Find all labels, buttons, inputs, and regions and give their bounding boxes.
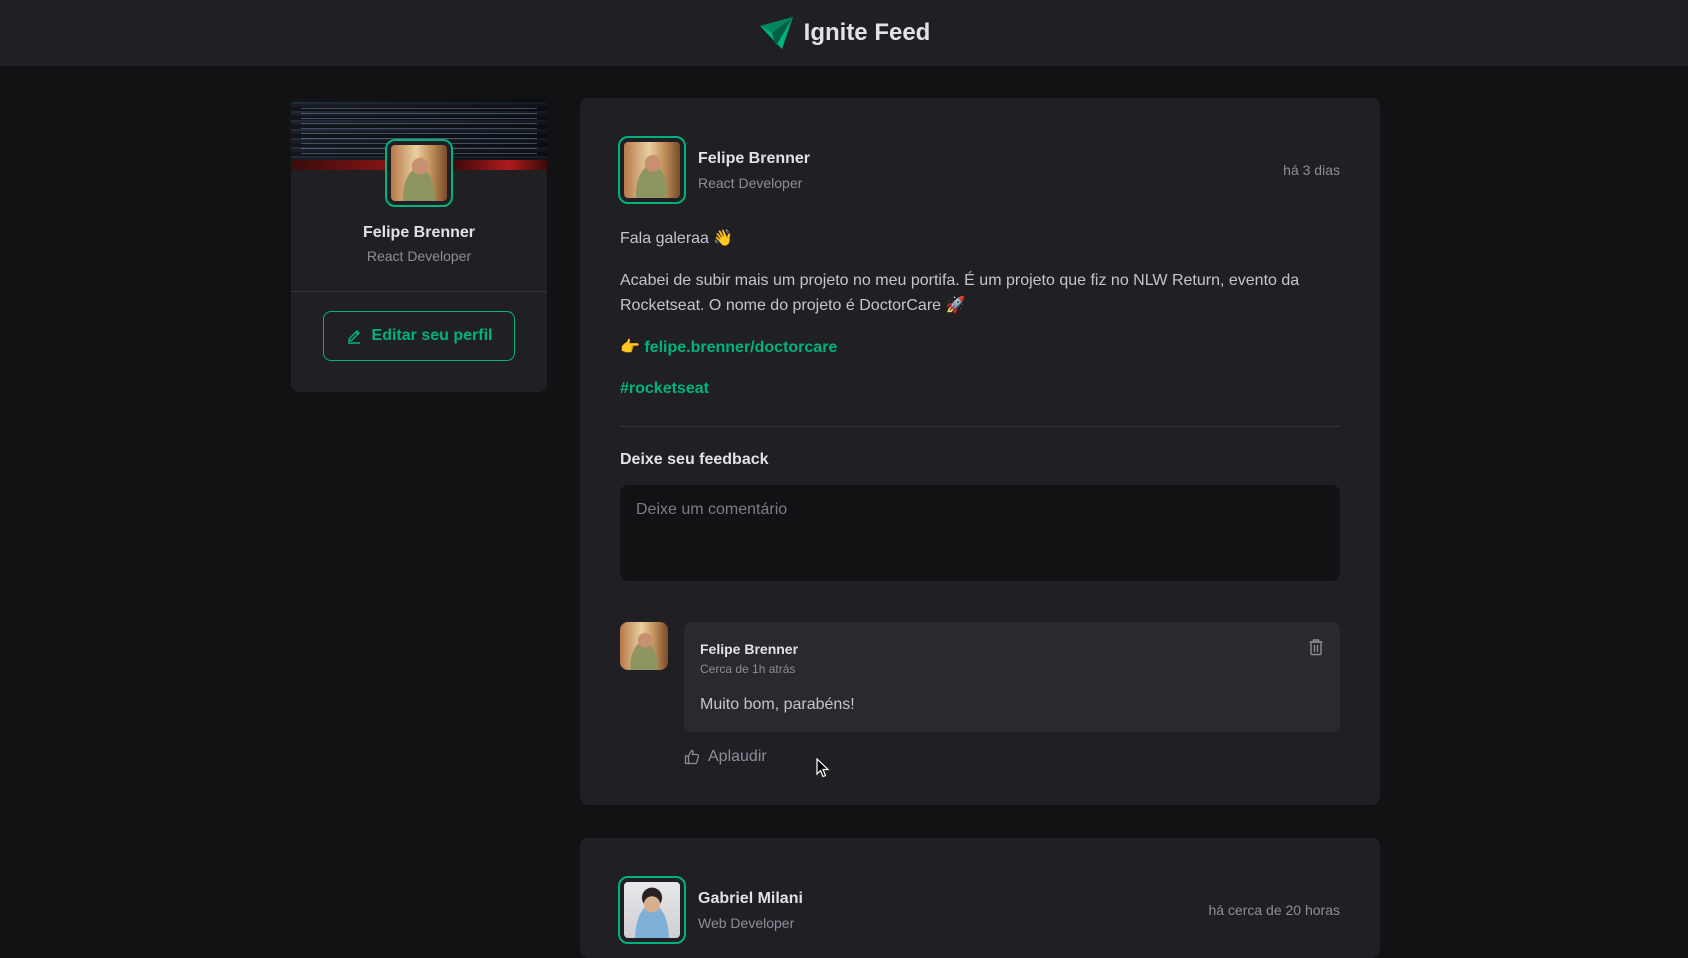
applaud-button[interactable]: Aplaudir: [684, 748, 767, 766]
pencil-icon: [347, 329, 360, 344]
author-name: Gabriel Milani: [698, 890, 803, 907]
feed: Felipe Brenner React Developer há 3 dias…: [580, 98, 1380, 958]
profile-role: React Developer: [366, 247, 472, 264]
feedback-title: Deixe seu feedback: [620, 450, 769, 468]
comment: Felipe Brenner Cerca de 1h atrás Muito b…: [620, 621, 1340, 766]
author-role: React Developer: [698, 174, 803, 191]
post-author: Gabriel Milani Web Developer: [618, 876, 803, 944]
delete-comment-button[interactable]: [1308, 638, 1324, 659]
post-author: Felipe Brenner React Developer: [618, 136, 811, 204]
post-time: há cerca de 20 horas: [1208, 902, 1340, 918]
author-name: Felipe Brenner: [698, 150, 811, 167]
post-divider: [620, 425, 1340, 427]
avatar[interactable]: [618, 136, 686, 204]
post-greeting: Fala galeraa 👋: [620, 230, 734, 247]
mouse-cursor-icon: [816, 758, 830, 778]
post-hashtags: #rocketseat: [620, 376, 1340, 402]
avatar[interactable]: [385, 139, 453, 207]
hashtag-link[interactable]: #rocketseat: [620, 380, 709, 397]
comment-author-name: Felipe Brenner: [700, 640, 799, 657]
post-content: Fala galeraa 👋 Acabei de subir mais um p…: [620, 226, 1340, 402]
app-title: Ignite Feed: [803, 19, 931, 46]
comment-card: Felipe Brenner Cerca de 1h atrás Muito b…: [684, 621, 1340, 732]
comment-time: Cerca de 1h atrás: [700, 662, 796, 677]
edit-profile-label: Editar seu perfil: [371, 327, 493, 344]
comment-body: Felipe Brenner Cerca de 1h atrás Muito b…: [684, 621, 1340, 766]
comment-input[interactable]: [620, 484, 1340, 581]
post-time: há 3 dias: [1283, 162, 1340, 178]
post-body: Acabei de subir mais um projeto no meu p…: [620, 271, 1300, 315]
sidebar-profile: Felipe Brenner React Developer: [291, 220, 547, 267]
pointing-hand-icon: 👉: [620, 338, 645, 356]
trash-icon: [1309, 639, 1323, 656]
main-layout: Felipe Brenner React Developer Editar se…: [291, 98, 1380, 958]
post-link[interactable]: felipe.brenner/doctorcare: [644, 339, 837, 356]
avatar[interactable]: [618, 876, 686, 944]
post-link-line: 👉 felipe.brenner/doctorcare: [620, 335, 1340, 361]
post: Gabriel Milani Web Developer há cerca de…: [580, 838, 1380, 958]
post-header: Felipe Brenner React Developer há 3 dias: [618, 136, 1340, 204]
app-header: Ignite Feed: [0, 0, 1688, 66]
profile-name: Felipe Brenner: [362, 224, 476, 241]
sidebar-divider: [291, 290, 547, 292]
comment-text: Muito bom, parabéns!: [700, 695, 855, 713]
post: Felipe Brenner React Developer há 3 dias…: [580, 98, 1380, 805]
avatar[interactable]: [620, 621, 668, 670]
profile-sidebar: Felipe Brenner React Developer Editar se…: [291, 98, 547, 392]
edit-profile-button[interactable]: Editar seu perfil: [323, 311, 515, 361]
ignite-logo-icon: [759, 17, 793, 49]
thumbs-up-icon: [684, 749, 700, 765]
applaud-label: Aplaudir: [708, 747, 767, 765]
post-header: Gabriel Milani Web Developer há cerca de…: [618, 876, 1340, 944]
author-role: Web Developer: [698, 914, 795, 931]
